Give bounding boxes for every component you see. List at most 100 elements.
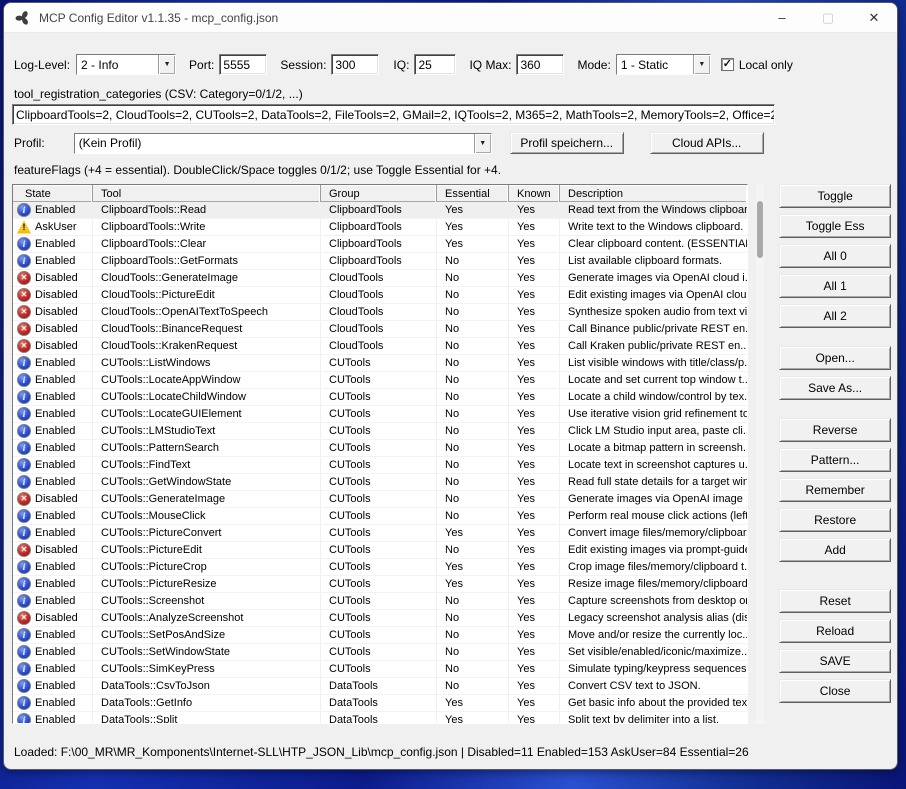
table-row[interactable]: ✕DisabledCUTools::AnalyzeScreenshotCUToo… [13,610,747,627]
tool-table[interactable]: StateToolGroupEssentialKnownDescription … [12,184,748,724]
reload-button[interactable]: Reload [779,619,891,643]
maximize-button[interactable]: ▢ [805,3,851,32]
close-icon[interactable]: ✕ [851,3,897,32]
table-row[interactable]: iEnabledDataTools::GetInfoDataToolsYesYe… [13,695,747,712]
essential-cell: No [437,644,509,660]
table-row[interactable]: ✕DisabledCUTools::GenerateImageCUToolsNo… [13,491,747,508]
table-header[interactable]: StateToolGroupEssentialKnownDescription [13,185,747,202]
cloud-apis-button[interactable]: Cloud APIs... [650,132,764,154]
chevron-down-icon[interactable]: ▼ [693,55,710,74]
all-1-button[interactable]: All 1 [779,274,891,298]
reverse-button[interactable]: Reverse [779,418,891,442]
essential-cell: No [437,372,509,388]
session-input[interactable]: 300 [331,54,379,75]
enabled-state-icon: i [17,577,31,591]
add-button[interactable]: Add [779,538,891,562]
table-row[interactable]: iEnabledClipboardTools::ReadClipboardToo… [13,202,747,219]
table-row[interactable]: ✕DisabledCloudTools::BinanceRequestCloud… [13,321,747,338]
iq-max-input[interactable]: 360 [516,54,564,75]
chevron-down-icon[interactable]: ▼ [158,55,175,74]
tool-cell: CloudTools::PictureEdit [93,287,321,303]
table-row[interactable]: iEnabledCUTools::LocateGUIElementCUTools… [13,406,747,423]
known-cell: Yes [509,321,560,337]
table-row[interactable]: !AskUserClipboardTools::WriteClipboardTo… [13,219,747,236]
table-row[interactable]: ✕DisabledCloudTools::PictureEditCloudToo… [13,287,747,304]
table-row[interactable]: iEnabledCUTools::ScreenshotCUToolsNoYesC… [13,593,747,610]
table-row[interactable]: ✕DisabledCloudTools::KrakenRequestCloudT… [13,338,747,355]
reset-button[interactable]: Reset [779,589,891,613]
column-header-tool[interactable]: Tool [93,185,321,202]
all-2-button[interactable]: All 2 [779,304,891,328]
remember-button[interactable]: Remember [779,478,891,502]
profil-select[interactable]: (Kein Profil) ▼ [74,133,492,154]
pattern-button[interactable]: Pattern... [779,448,891,472]
column-header-group[interactable]: Group [321,185,437,202]
table-row[interactable]: iEnabledCUTools::SetPosAndSizeCUToolsNoY… [13,627,747,644]
tool-cell: CUTools::PictureEdit [93,542,321,558]
table-row[interactable]: iEnabledCUTools::LocateChildWindowCUTool… [13,389,747,406]
table-row[interactable]: iEnabledCUTools::FindTextCUToolsNoYesLoc… [13,457,747,474]
disabled-state-icon: ✕ [17,271,31,285]
column-header-state[interactable]: State [13,185,93,202]
local-only-checkbox[interactable]: ✓ [721,58,734,71]
toggle-ess-button[interactable]: Toggle Ess [779,214,891,238]
essential-cell: No [437,593,509,609]
essential-cell: No [437,406,509,422]
column-header-description[interactable]: Description [560,185,747,202]
log-level-select[interactable]: 2 - Info ▼ [76,54,176,75]
chevron-down-icon[interactable]: ▼ [474,134,491,153]
toggle-button[interactable]: Toggle [779,184,891,208]
state-cell: iEnabled [13,627,93,643]
table-row[interactable]: ✕DisabledCUTools::PictureEditCUToolsNoYe… [13,542,747,559]
title-bar: MCP Config Editor v1.1.35 - mcp_config.j… [4,3,897,33]
mode-label: Mode: [577,58,610,72]
column-header-essential[interactable]: Essential [437,185,509,202]
all-0-button[interactable]: All 0 [779,244,891,268]
table-row[interactable]: iEnabledCUTools::LocateAppWindowCUToolsN… [13,372,747,389]
restore-button[interactable]: Restore [779,508,891,532]
tool-cell: CUTools::PictureConvert [93,525,321,541]
table-scrollbar[interactable] [756,184,764,724]
session-label: Session: [280,58,326,72]
table-row[interactable]: iEnabledCUTools::SetWindowStateCUToolsNo… [13,644,747,661]
table-row[interactable]: iEnabledCUTools::PictureConvertCUToolsYe… [13,525,747,542]
disabled-state-icon: ✕ [17,305,31,319]
table-row[interactable]: iEnabledCUTools::PatternSearchCUToolsNoY… [13,440,747,457]
close-button[interactable]: Close [779,679,891,703]
categories-input[interactable]: ClipboardTools=2, CloudTools=2, CUTools=… [12,104,775,125]
scrollbar-thumb[interactable] [757,201,763,258]
iq-input[interactable]: 25 [414,54,456,75]
group-cell: DataTools [321,678,437,694]
table-row[interactable]: iEnabledCUTools::SimKeyPressCUToolsNoYes… [13,661,747,678]
column-header-known[interactable]: Known [509,185,560,202]
table-row[interactable]: iEnabledCUTools::LMStudioTextCUToolsNoYe… [13,423,747,440]
save-button[interactable]: SAVE [779,649,891,673]
group-cell: CloudTools [321,287,437,303]
table-row[interactable]: ✕DisabledCloudTools::OpenAITextToSpeechC… [13,304,747,321]
table-row[interactable]: iEnabledDataTools::SplitDataToolsYesYesS… [13,712,747,724]
table-row[interactable]: iEnabledDataTools::CsvToJsonDataToolsNoY… [13,678,747,695]
known-cell: Yes [509,576,560,592]
save-as-button[interactable]: Save As... [779,376,891,400]
port-input[interactable]: 5555 [219,54,267,75]
description-cell: Resize image files/memory/clipboard... [560,576,747,592]
table-row[interactable]: iEnabledCUTools::PictureCropCUToolsYesYe… [13,559,747,576]
table-row[interactable]: iEnabledClipboardTools::GetFormatsClipbo… [13,253,747,270]
open-button[interactable]: Open... [779,346,891,370]
known-cell: Yes [509,457,560,473]
group-cell: CUTools [321,406,437,422]
table-row[interactable]: iEnabledCUTools::ListWindowsCUToolsNoYes… [13,355,747,372]
table-row[interactable]: iEnabledCUTools::GetWindowStateCUToolsNo… [13,474,747,491]
essential-cell: No [437,389,509,405]
tool-cell: CloudTools::KrakenRequest [93,338,321,354]
mode-select[interactable]: 1 - Static ▼ [616,54,711,75]
minimize-button[interactable]: – [759,3,805,32]
disabled-state-icon: ✕ [17,611,31,625]
enabled-state-icon: i [17,390,31,404]
table-row[interactable]: iEnabledCUTools::PictureResizeCUToolsYes… [13,576,747,593]
table-row[interactable]: iEnabledCUTools::MouseClickCUToolsNoYesP… [13,508,747,525]
table-row[interactable]: ✕DisabledCloudTools::GenerateImageCloudT… [13,270,747,287]
description-cell: Locate and set current top window t... [560,372,747,388]
save-profile-button[interactable]: Profil speichern... [510,132,624,154]
table-row[interactable]: iEnabledClipboardTools::ClearClipboardTo… [13,236,747,253]
